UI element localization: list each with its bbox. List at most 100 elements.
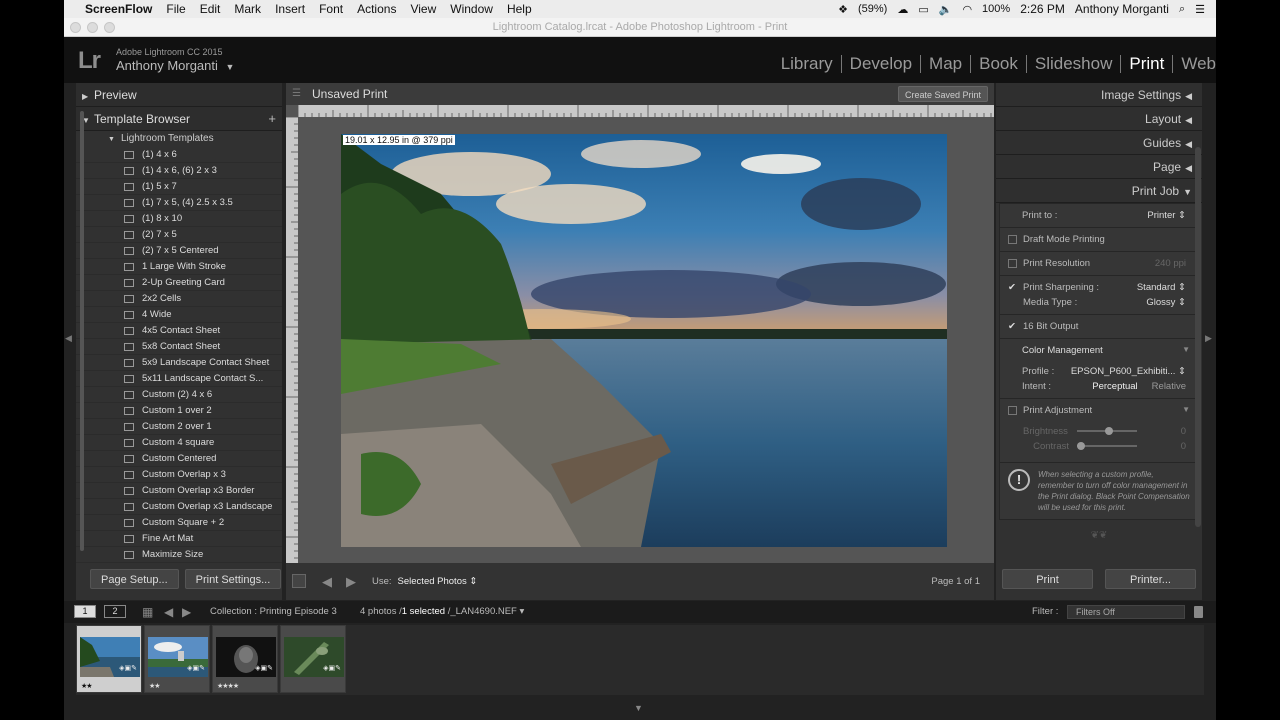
color-management-row[interactable]: Color Management ▼ Profile : EPSON_P600_Ex… bbox=[1000, 339, 1198, 399]
print-adjustment-checkbox[interactable] bbox=[1008, 405, 1017, 415]
brightness-slider[interactable] bbox=[1077, 427, 1137, 436]
filter-select[interactable]: Filters Off bbox=[1067, 605, 1185, 619]
printer-button[interactable]: Printer... bbox=[1105, 569, 1196, 589]
display-icon[interactable]: ▭ bbox=[913, 3, 933, 16]
template-item[interactable]: Custom Overlap x3 Border bbox=[76, 483, 282, 499]
print-button[interactable]: Print bbox=[1002, 569, 1093, 589]
print-to-select[interactable]: Printer ⇕ bbox=[1147, 210, 1186, 221]
intent-perceptual-button[interactable]: Perceptual bbox=[1092, 381, 1137, 392]
next-page-icon[interactable]: ▶ bbox=[346, 563, 356, 600]
filmstrip-thumbnail[interactable]: ◈▣✎ ★★ bbox=[144, 625, 210, 693]
template-item[interactable]: 2-Up Greeting Card bbox=[76, 275, 282, 291]
template-item[interactable]: (1) 5 x 7 bbox=[76, 179, 282, 195]
notification-center-icon[interactable]: ☰ bbox=[1190, 3, 1210, 16]
preview-panel-header[interactable]: ▶ Preview bbox=[76, 83, 282, 107]
filter-lock-icon[interactable] bbox=[1194, 606, 1203, 618]
stop-button[interactable] bbox=[292, 574, 306, 588]
bit16-row[interactable]: ✔ 16 Bit Output bbox=[1000, 315, 1198, 339]
template-item[interactable]: 5x11 Landscape Contact S... bbox=[76, 371, 282, 387]
template-folder-lightroom[interactable]: ▼ Lightroom Templates bbox=[76, 131, 282, 147]
battery-status[interactable]: 100% bbox=[977, 3, 1015, 15]
intent-relative-button[interactable]: Relative bbox=[1152, 381, 1186, 392]
close-window-button[interactable] bbox=[70, 22, 81, 33]
right-panel-scrollbar[interactable] bbox=[1195, 147, 1201, 527]
collapse-filmstrip-icon[interactable]: ▼ bbox=[634, 703, 643, 713]
template-item[interactable]: (1) 8 x 10 bbox=[76, 211, 282, 227]
menu-mark[interactable]: Mark bbox=[227, 2, 268, 16]
menu-insert[interactable]: Insert bbox=[268, 2, 312, 16]
module-book[interactable]: Book bbox=[971, 55, 1027, 73]
back-arrow-icon[interactable]: ◀ bbox=[164, 601, 173, 623]
module-map[interactable]: Map bbox=[921, 55, 972, 73]
draft-mode-checkbox[interactable] bbox=[1008, 234, 1017, 244]
module-library[interactable]: Library bbox=[773, 55, 842, 73]
template-item[interactable]: (1) 4 x 6, (6) 2 x 3 bbox=[76, 163, 282, 179]
left-panel-scrollbar[interactable] bbox=[80, 111, 84, 551]
filmstrip-thumbnail[interactable]: ◈▣✎ ★★★★ bbox=[212, 625, 278, 693]
module-develop[interactable]: Develop bbox=[842, 55, 922, 73]
previous-page-icon[interactable]: ◀ bbox=[322, 563, 332, 600]
template-item[interactable]: Custom 1 over 2 bbox=[76, 403, 282, 419]
print-settings-button[interactable]: Print Settings... bbox=[184, 569, 282, 589]
print-job-header[interactable]: Print Job ▼ bbox=[996, 179, 1202, 203]
module-web[interactable]: Web bbox=[1173, 55, 1216, 73]
main-window-button[interactable]: 1 bbox=[74, 605, 96, 618]
identity-user[interactable]: Anthony Morganti ▼ bbox=[116, 58, 234, 73]
template-item[interactable]: 4x5 Contact Sheet bbox=[76, 323, 282, 339]
print-resolution-row[interactable]: Print Resolution 240 ppi bbox=[1000, 252, 1198, 276]
cloud-icon[interactable]: ☁ bbox=[892, 3, 913, 16]
page-setup-button[interactable]: Page Setup... bbox=[90, 569, 179, 589]
menu-view[interactable]: View bbox=[403, 2, 443, 16]
secondary-window-button[interactable]: 2 bbox=[104, 605, 126, 618]
module-slideshow[interactable]: Slideshow bbox=[1027, 55, 1122, 73]
menu-file[interactable]: File bbox=[159, 2, 192, 16]
user-menu[interactable]: Anthony Morganti bbox=[1070, 2, 1174, 16]
template-item[interactable]: 4 Wide bbox=[76, 307, 282, 323]
print-page[interactable]: 19.01 x 12.95 in @ 379 ppi bbox=[341, 134, 947, 547]
add-template-button[interactable]: + bbox=[268, 107, 276, 131]
template-item[interactable]: 2x2 Cells bbox=[76, 291, 282, 307]
volume-icon[interactable]: 🔈 bbox=[934, 3, 958, 16]
sharpening-select[interactable]: Standard ⇕ bbox=[1137, 282, 1186, 293]
template-item[interactable]: 5x8 Contact Sheet bbox=[76, 339, 282, 355]
dropbox-icon[interactable]: ❖ bbox=[833, 3, 853, 16]
template-item[interactable]: Custom Overlap x 3 bbox=[76, 467, 282, 483]
menu-actions[interactable]: Actions bbox=[350, 2, 403, 16]
template-item[interactable]: Custom 2 over 1 bbox=[76, 419, 282, 435]
menu-window[interactable]: Window bbox=[443, 2, 500, 16]
grid-view-icon[interactable]: ▦ bbox=[142, 601, 153, 623]
forward-arrow-icon[interactable]: ▶ bbox=[182, 601, 191, 623]
print-resolution-checkbox[interactable] bbox=[1008, 258, 1017, 268]
print-sharpening-checkmark-icon[interactable]: ✔ bbox=[1008, 282, 1017, 293]
template-item[interactable]: Custom 4 square bbox=[76, 435, 282, 451]
collapse-left-panel-icon[interactable]: ◀ bbox=[65, 333, 72, 344]
wifi-icon[interactable]: ◠ bbox=[957, 3, 977, 16]
zoom-window-button[interactable] bbox=[104, 22, 115, 33]
filmstrip-thumbnail[interactable]: ◈▣✎ ★★ bbox=[76, 625, 142, 693]
filmstrip-thumbnail[interactable]: ◈▣✎ bbox=[280, 625, 346, 693]
draft-mode-row[interactable]: Draft Mode Printing bbox=[1000, 228, 1198, 252]
guides-header[interactable]: Guides ◀ bbox=[996, 131, 1202, 155]
template-item[interactable]: Custom Centered bbox=[76, 451, 282, 467]
template-item[interactable]: (2) 7 x 5 Centered bbox=[76, 243, 282, 259]
slider-thumb[interactable] bbox=[1077, 442, 1085, 451]
collapse-right-panel-icon[interactable]: ▶ bbox=[1205, 333, 1212, 344]
contrast-slider[interactable] bbox=[1077, 442, 1137, 451]
photo-count[interactable]: 4 photos /1 selected /_LAN4690.NEF ▾ bbox=[360, 601, 524, 623]
template-item[interactable]: (1) 7 x 5, (4) 2.5 x 3.5 bbox=[76, 195, 282, 211]
image-settings-header[interactable]: Image Settings ◀ bbox=[996, 83, 1202, 107]
collection-path[interactable]: Collection : Printing Episode 3 bbox=[210, 601, 337, 623]
page-header[interactable]: Page ◀ bbox=[996, 155, 1202, 179]
menu-font[interactable]: Font bbox=[312, 2, 350, 16]
layout-header[interactable]: Layout ◀ bbox=[996, 107, 1202, 131]
module-print[interactable]: Print bbox=[1121, 55, 1174, 73]
template-item[interactable]: Custom Overlap x3 Landscape bbox=[76, 499, 282, 515]
template-item[interactable]: 1 Large With Stroke bbox=[76, 259, 282, 275]
bit16-checkmark-icon[interactable]: ✔ bbox=[1008, 321, 1017, 332]
use-selector[interactable]: Use: Selected Photos ⇕ bbox=[372, 563, 477, 600]
menu-screenflow[interactable]: ScreenFlow bbox=[78, 2, 159, 16]
create-saved-print-button[interactable]: Create Saved Print bbox=[897, 86, 988, 102]
template-item[interactable]: 5x9 Landscape Contact Sheet bbox=[76, 355, 282, 371]
profile-select[interactable]: EPSON_P600_Exhibiti... ⇕ bbox=[1071, 366, 1186, 377]
spotlight-search-icon[interactable]: ⌕ bbox=[1174, 3, 1190, 16]
